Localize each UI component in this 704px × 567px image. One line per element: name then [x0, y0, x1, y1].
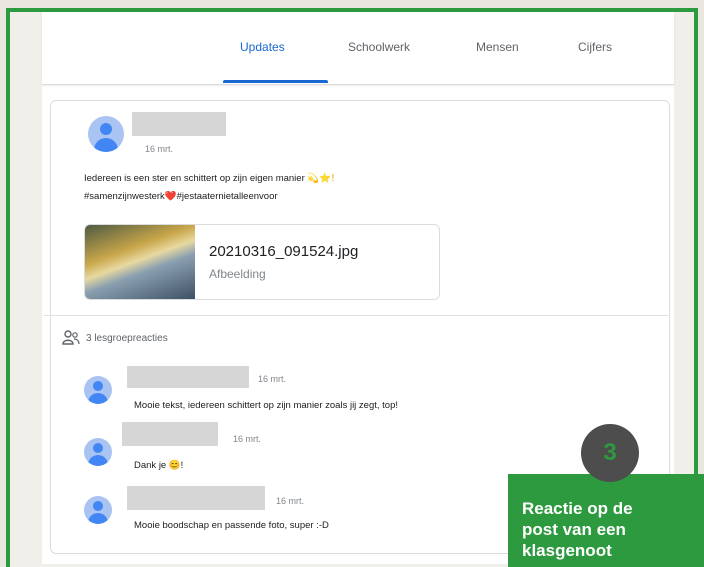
tab-cijfers[interactable]: Cijfers — [578, 40, 612, 54]
commenter-name-redacted — [127, 486, 265, 510]
comment-text: Dank je 😊! — [134, 460, 184, 471]
tab-bar: Updates Schoolwerk Mensen Cijfers — [42, 12, 674, 85]
attachment-file-name: 20210316_091524.jpg — [209, 243, 359, 260]
comment-date: 16 mrt. — [258, 374, 287, 384]
commenter-name-redacted — [127, 366, 249, 388]
comment-date: 16 mrt. — [233, 434, 262, 444]
tab-updates[interactable]: Updates — [240, 40, 285, 54]
callout-text: Reactie op de post van een klasgenoot — [522, 499, 633, 560]
heart-emoji: ❤️ — [164, 191, 177, 202]
comments-count[interactable]: 3 lesgroepreacties — [86, 333, 168, 344]
step-number-badge: 3 — [581, 424, 639, 482]
tab-schoolwerk[interactable]: Schoolwerk — [348, 40, 410, 54]
post-hashtag-1[interactable]: #samenzijnwesterk — [84, 191, 165, 202]
post-body: Iedereen is een ster en schittert op zij… — [84, 170, 335, 206]
comment-date: 16 mrt. — [276, 496, 305, 506]
tab-mensen[interactable]: Mensen — [476, 40, 519, 54]
post-hashtag-2[interactable]: #jestaaternietalleenvoor — [177, 191, 278, 202]
author-name-redacted — [132, 112, 226, 136]
commenter-name-redacted — [122, 422, 218, 446]
attachment-file-type: Afbeelding — [209, 267, 266, 281]
post-text-line1: Iedereen is een ster en schittert op zij… — [84, 173, 305, 184]
avatar-icon[interactable] — [84, 438, 112, 466]
avatar-icon[interactable] — [84, 496, 112, 524]
post-date: 16 mrt. — [145, 144, 174, 154]
avatar-icon[interactable] — [84, 376, 112, 404]
callout-box: Reactie op de post van een klasgenoot — [508, 474, 704, 567]
comment-text: Mooie tekst, iedereen schittert op zijn … — [134, 400, 399, 411]
comment-text: Mooie boodschap en passende foto, super … — [134, 520, 329, 531]
avatar-icon[interactable] — [88, 116, 124, 152]
comments-divider — [44, 315, 668, 316]
people-icon — [62, 330, 80, 345]
star-emoji: 💫⭐! — [307, 173, 335, 184]
active-tab-indicator — [223, 80, 328, 83]
attachment-card[interactable]: 20210316_091524.jpg Afbeelding — [84, 224, 440, 300]
attachment-thumbnail — [85, 225, 195, 299]
